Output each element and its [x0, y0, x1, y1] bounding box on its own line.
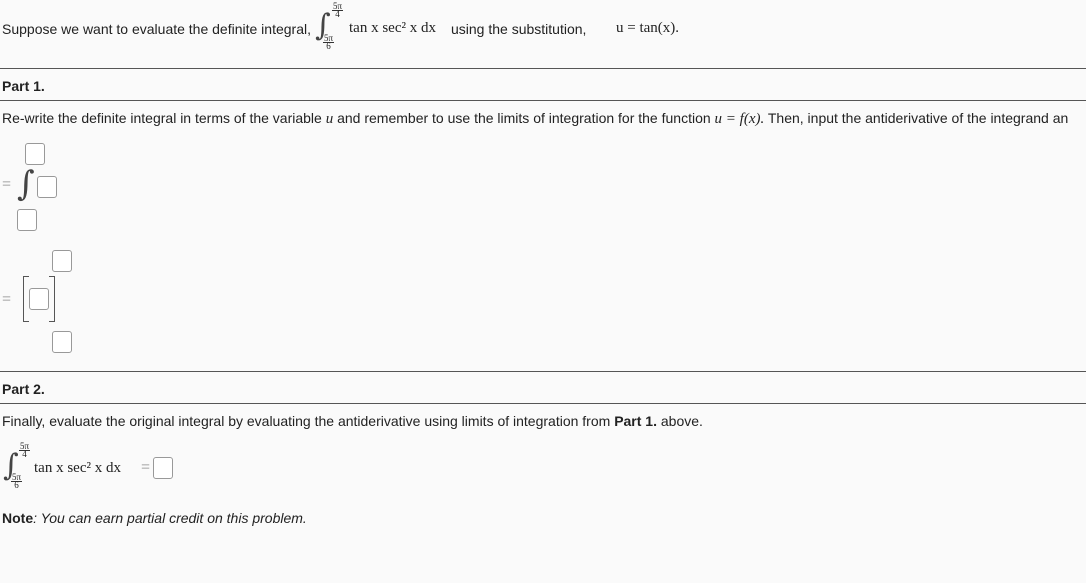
- integral-sign: ∫: [17, 164, 35, 204]
- part2-upper-limit: 5π 4: [19, 441, 31, 459]
- part1-instruction: Re-write the definite integral in terms …: [2, 110, 1069, 127]
- divider: [0, 403, 1086, 404]
- equals-sign: =: [2, 291, 12, 308]
- intro-lower-limit: 5π 6: [323, 33, 335, 51]
- evaluation-upper-input[interactable]: [52, 250, 72, 272]
- intro-integrand: tan x sec² x dx: [349, 20, 436, 36]
- intro-substitution-text: using the substitution,: [451, 21, 587, 37]
- note: Note: You can earn partial credit on thi…: [2, 510, 307, 526]
- intro-upper-limit: 5π 4: [332, 1, 344, 19]
- antiderivative-input[interactable]: [29, 288, 49, 310]
- part1-heading: Part 1.: [2, 78, 45, 94]
- right-bracket: [49, 276, 55, 322]
- divider: [0, 100, 1086, 101]
- intro-substitution: u = tan(x).: [616, 20, 680, 36]
- intro-text: Suppose we want to evaluate the definite…: [2, 21, 311, 37]
- upper-limit-input[interactable]: [25, 143, 45, 165]
- part2-integrand: tan x sec² x dx: [34, 460, 121, 476]
- divider: [0, 371, 1086, 372]
- equals-sign: =: [141, 459, 151, 476]
- lower-limit-input[interactable]: [17, 209, 37, 231]
- final-answer-input[interactable]: [153, 457, 173, 479]
- evaluation-lower-input[interactable]: [52, 331, 72, 353]
- divider: [0, 68, 1086, 69]
- integrand-input[interactable]: [37, 176, 57, 198]
- part2-instruction: Finally, evaluate the original integral …: [2, 413, 703, 429]
- part2-heading: Part 2.: [2, 381, 45, 397]
- part2-lower-limit: 5π 6: [11, 472, 23, 490]
- equals-sign: =: [2, 176, 12, 193]
